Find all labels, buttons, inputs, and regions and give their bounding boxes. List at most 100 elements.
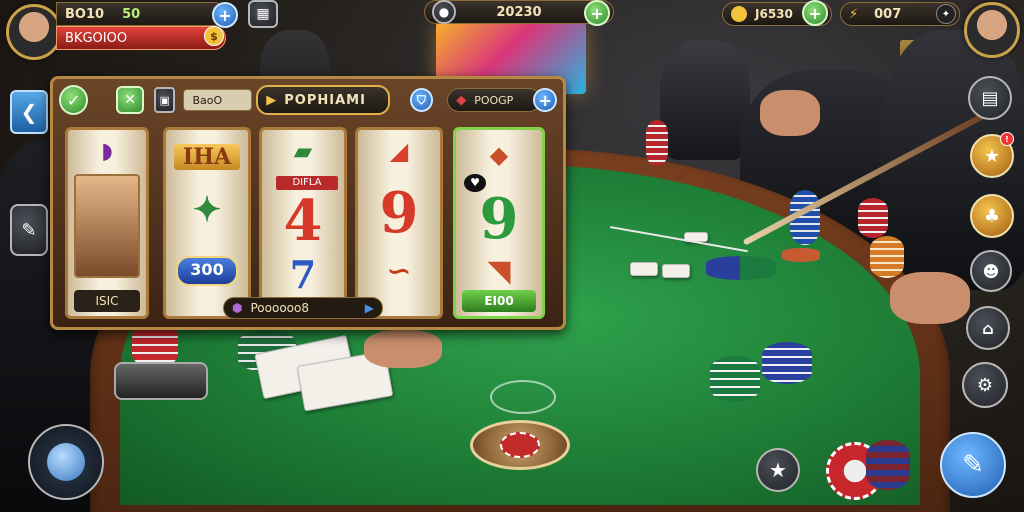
slot-reel-4: ◢ 9 ∽ bbox=[355, 127, 443, 319]
red-chip-icon bbox=[500, 432, 540, 458]
plus-icon: + bbox=[218, 5, 232, 25]
chip-stack-red bbox=[858, 198, 888, 238]
emote-button[interactable]: ☻ bbox=[970, 250, 1012, 292]
plus-icon: + bbox=[538, 90, 552, 110]
reel-5-number: 9 bbox=[479, 186, 519, 252]
star-icon: ★ bbox=[983, 145, 1001, 167]
status-text: BKGOIOO bbox=[65, 30, 128, 46]
player-hand bbox=[364, 330, 442, 368]
tool-button[interactable]: ✎ bbox=[10, 204, 48, 256]
play-icon: ▶ bbox=[266, 92, 277, 108]
reel-symbol-bottom: ∽ bbox=[386, 254, 412, 289]
arrow-right-icon[interactable]: ▶ bbox=[365, 301, 374, 315]
slot-reel-2: IHA ✦ 300 bbox=[163, 127, 251, 319]
player-score: 50 bbox=[122, 6, 141, 22]
joystick-icon bbox=[47, 443, 85, 481]
slot-settings-button[interactable]: ✓ bbox=[59, 85, 89, 115]
reel-1-label: ISIC bbox=[74, 290, 140, 312]
chip-tray[interactable] bbox=[114, 362, 208, 400]
chip-single bbox=[782, 248, 820, 262]
reel-2-value-badge: 300 bbox=[176, 256, 238, 286]
reel-symbol-top: ▰ bbox=[293, 136, 313, 165]
player-name: BO10 bbox=[65, 6, 105, 22]
pin-icon: ✦ bbox=[941, 8, 951, 20]
pencil-icon: ✎ bbox=[962, 450, 984, 480]
settings-icon: ⚙ bbox=[976, 374, 994, 396]
coins-value: J6530 bbox=[755, 7, 793, 21]
reel-portrait bbox=[74, 174, 140, 278]
slot-reel-5: ◆ ♥ 9 ◥ EI00 bbox=[453, 127, 545, 319]
settings-button[interactable]: ⚙ bbox=[962, 362, 1008, 408]
reel-3-text: DIFLA bbox=[292, 177, 322, 188]
joystick-button[interactable] bbox=[28, 424, 104, 500]
opponent-avatar[interactable] bbox=[964, 2, 1020, 58]
reel-symbol-top: ◗ bbox=[101, 138, 113, 164]
balance-value: 20230 bbox=[496, 4, 542, 20]
notebook-button[interactable]: ▤ bbox=[968, 76, 1012, 120]
slot-machine-panel[interactable]: ✓ ✕ ▣ BaoO ▶ POPHIAMI ⛉ ◆ POOGP + ◗ ISIC bbox=[50, 76, 566, 330]
gift-icon: ♣ bbox=[983, 205, 1001, 227]
slot-right-label-bar: ◆ POOGP bbox=[447, 88, 542, 112]
lock-icon: ▣ bbox=[159, 93, 170, 107]
slot-reel-3: ▰ DIFLA 4 7 bbox=[259, 127, 347, 319]
notification-badge: ! bbox=[1000, 132, 1014, 146]
wrench-icon: ✎ bbox=[21, 219, 37, 241]
add-button[interactable]: + bbox=[212, 2, 238, 28]
expand-icon: ✕ bbox=[124, 92, 136, 108]
dice-icon: ◆ bbox=[456, 92, 467, 108]
emote-icon: ☻ bbox=[982, 261, 1000, 281]
reel-2-banner: IHA bbox=[174, 144, 240, 170]
menu-button[interactable]: ▦ bbox=[248, 0, 278, 28]
slot-title-bar: ▶ POPHIAMI bbox=[256, 85, 390, 115]
dealer-button[interactable] bbox=[470, 420, 570, 470]
reel-3-number: 4 bbox=[283, 188, 323, 254]
shop-button[interactable]: ⌂ bbox=[966, 306, 1010, 350]
slot-small-label: BaoO bbox=[183, 89, 253, 111]
status-bar: BKGOIOO bbox=[56, 26, 226, 50]
slot-right-label: POOGP bbox=[474, 93, 514, 107]
player-name-bar: BO10 50 bbox=[56, 2, 226, 26]
gems-value: 007 bbox=[874, 6, 902, 22]
player-hand bbox=[890, 272, 970, 324]
add-balance-button[interactable]: + bbox=[584, 0, 610, 26]
slot-lock-button[interactable]: ▣ bbox=[153, 87, 176, 113]
star-icon: ★ bbox=[769, 458, 787, 482]
slot-small-text: BaoO bbox=[192, 93, 223, 107]
chip-stack-green-center bbox=[710, 356, 760, 402]
back-button[interactable]: ❮ bbox=[10, 90, 48, 134]
player-avatar[interactable] bbox=[6, 4, 62, 60]
reel-5-label-bar: EI00 bbox=[462, 290, 536, 312]
background-person bbox=[660, 40, 750, 160]
reel-5-label: EI00 bbox=[484, 294, 514, 308]
bet-chip-stack[interactable] bbox=[866, 440, 910, 490]
profile-button[interactable]: ● bbox=[432, 0, 456, 24]
slot-add-button[interactable]: + bbox=[533, 88, 557, 112]
back-arrow-icon: ❮ bbox=[20, 100, 38, 124]
slot-reel-1: ◗ ISIC bbox=[65, 127, 149, 319]
reel-4-number: 9 bbox=[379, 180, 419, 246]
playing-card bbox=[662, 264, 690, 278]
reel-symbol-bottom: ◥ bbox=[487, 254, 511, 289]
slot-shield-button[interactable]: ⛉ bbox=[409, 88, 434, 112]
shield-icon: ✓ bbox=[67, 90, 81, 110]
chip-stack-blue-center bbox=[762, 342, 812, 384]
gem-icon: ⬢ bbox=[232, 301, 243, 315]
add-coins-button[interactable]: + bbox=[802, 0, 828, 26]
reel-symbol-money: ✦ bbox=[192, 190, 222, 230]
bet-circle[interactable] bbox=[490, 380, 556, 414]
notebook-icon: ▤ bbox=[981, 87, 999, 109]
gems-settings-button[interactable]: ✦ bbox=[936, 4, 956, 24]
chip-red-back bbox=[646, 120, 668, 166]
reel-symbol-fish: ◆ bbox=[489, 140, 509, 169]
reward-button[interactable]: ♣ bbox=[970, 194, 1014, 238]
edit-button[interactable]: ✎ bbox=[940, 432, 1006, 498]
slot-expand-button[interactable]: ✕ bbox=[116, 86, 144, 114]
plus-icon: + bbox=[808, 3, 822, 23]
favorite-button[interactable]: ★ bbox=[756, 448, 800, 492]
slot-bottom-label: Poooooo8 bbox=[250, 301, 309, 315]
chip-stack-orange bbox=[870, 236, 904, 278]
user-icon: ● bbox=[438, 5, 450, 19]
player-hand bbox=[760, 90, 820, 136]
lightning-icon: ⚡ bbox=[849, 6, 859, 22]
playing-card bbox=[630, 262, 658, 276]
